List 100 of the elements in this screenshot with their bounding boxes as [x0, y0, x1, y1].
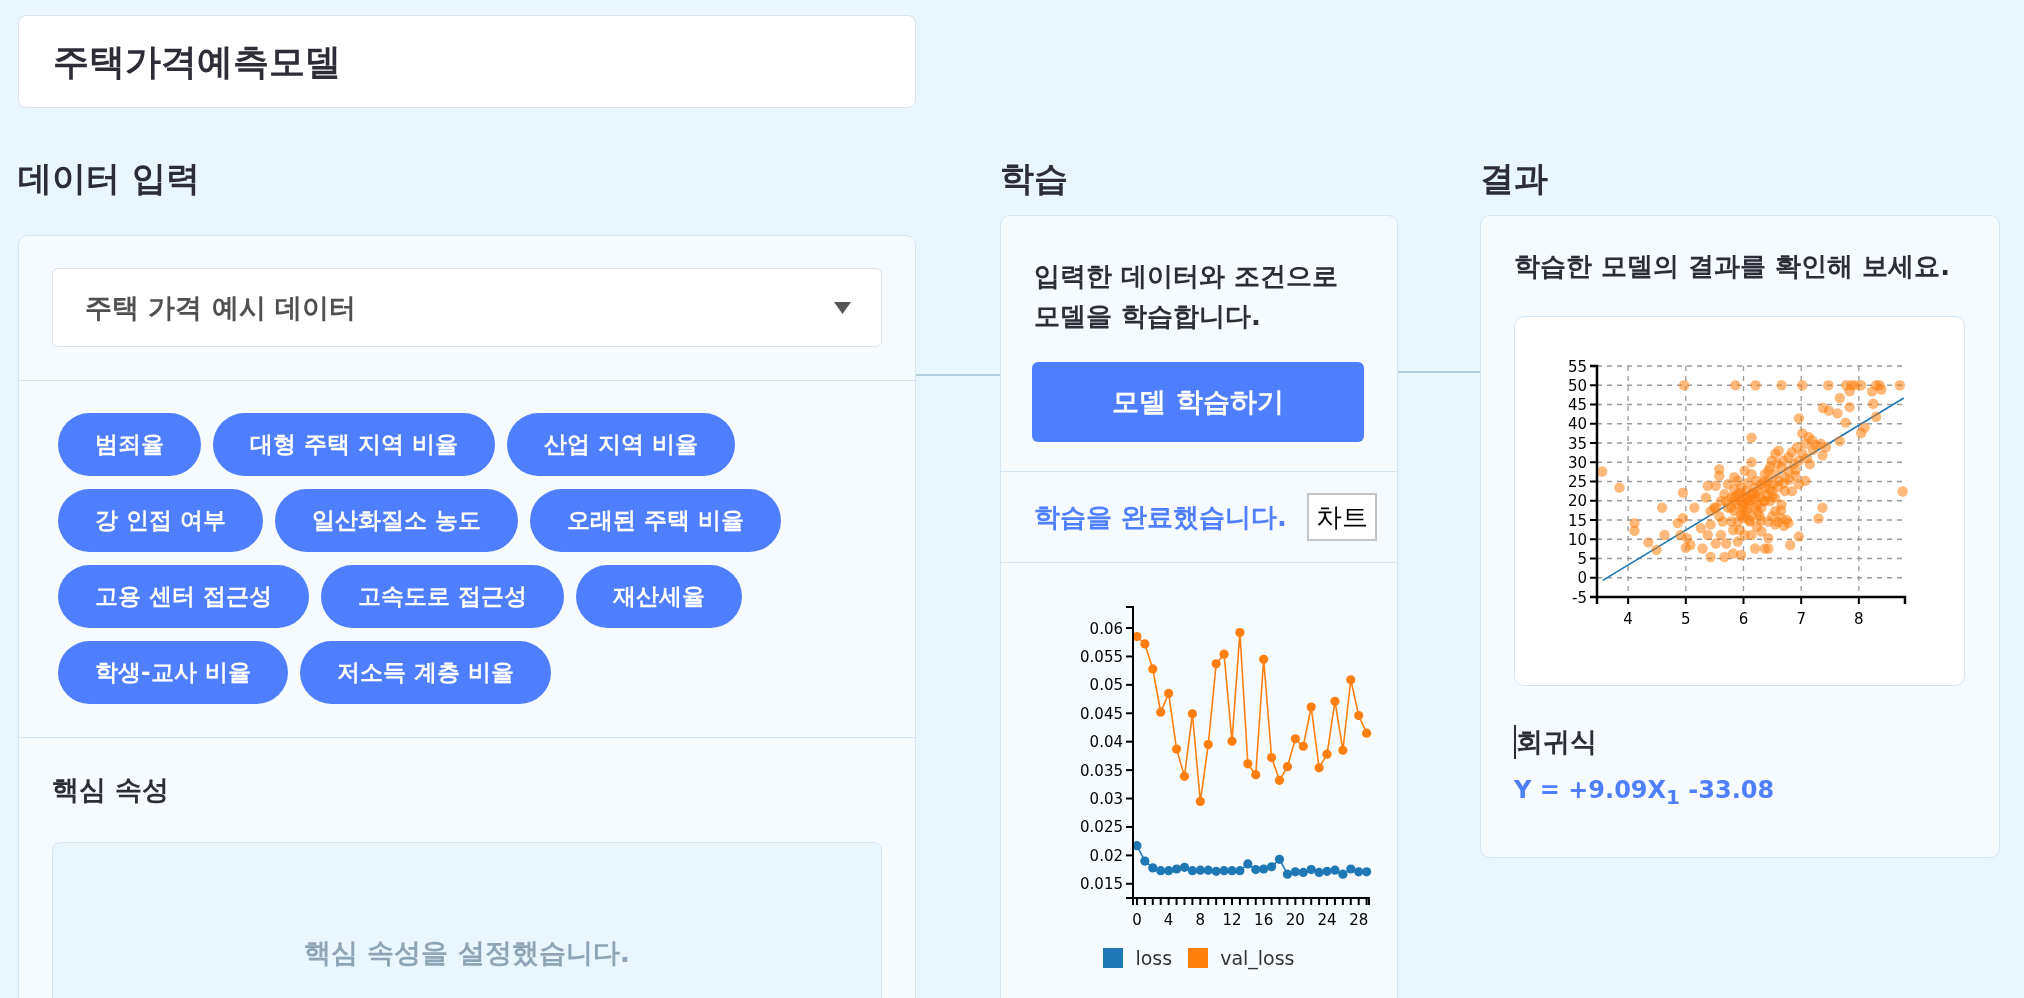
section-heading: 학습 [1000, 158, 1069, 198]
y-tick-label: 15 [1567, 511, 1587, 530]
point [1330, 865, 1340, 875]
point [1274, 854, 1285, 864]
y-tick-label: 0.025 [1080, 818, 1123, 837]
x-tick-label: 28 [1349, 911, 1369, 929]
y-tick-label: 0.035 [1080, 761, 1123, 780]
point [1156, 707, 1166, 717]
point [1251, 864, 1261, 875]
x-tick-label: 20 [1285, 911, 1305, 929]
point [1354, 710, 1364, 721]
point [1298, 741, 1308, 751]
y-tick-label: 0.015 [1080, 875, 1123, 894]
feature-tag[interactable]: 강 인접 여부 [58, 489, 263, 552]
app-title: 주택가격예측모델 [53, 39, 341, 84]
result-description: 학습한 모델의 결과를 확인해 보세요. [1514, 250, 1952, 283]
point [1195, 796, 1205, 806]
point [1259, 864, 1269, 874]
x-tick-label: 8 [1195, 911, 1206, 929]
point [1322, 749, 1332, 759]
feature-tag[interactable]: 학생-교사 비율 [58, 641, 288, 704]
feature-tag[interactable]: 대형 주택 지역 비율 [213, 413, 496, 476]
train-model-button[interactable]: 모델 학습하기 [1032, 362, 1364, 442]
point [1140, 639, 1150, 649]
point [1306, 864, 1316, 875]
feature-tag[interactable]: 산업 지역 비율 [507, 413, 736, 476]
dataset-dropdown[interactable]: 주택 가격 예시 데이터 [52, 268, 882, 347]
y-tick-label: 0.05 [1089, 676, 1123, 695]
point [1211, 866, 1221, 876]
point [1362, 728, 1372, 738]
training-description: 입력한 데이터와 조건으로 모델을 학습합니다. [1033, 260, 1340, 333]
point [1362, 867, 1372, 877]
y-tick-label: 40 [1567, 415, 1587, 434]
feature-tag[interactable]: 범죄율 [58, 413, 201, 476]
x-tick-label: 12 [1222, 911, 1242, 929]
feature-tag[interactable]: 재산세율 [576, 565, 743, 628]
point [1243, 859, 1253, 869]
y-tick-label: 20 [1567, 492, 1587, 511]
y-tick-label: 0.055 [1080, 647, 1123, 666]
point [1179, 771, 1190, 781]
point [1290, 867, 1300, 877]
point [1148, 863, 1158, 873]
training-status: 학습을 완료했습니다. [1034, 500, 1287, 534]
feature-tag[interactable]: 오래된 주택 비율 [530, 489, 782, 552]
point [1156, 866, 1166, 876]
legend-label: loss [1135, 947, 1173, 969]
y-tick-label: 0.03 [1089, 790, 1123, 809]
feature-tag[interactable]: 고속도로 접근성 [321, 565, 565, 628]
equation-label: 회귀식 [1515, 725, 1597, 759]
y-tick-label: 55 [1567, 357, 1587, 376]
point [1235, 627, 1245, 638]
x-tick-label: 4 [1623, 610, 1633, 628]
x-tick-label: 16 [1254, 911, 1274, 929]
point [1171, 864, 1182, 874]
x-tick-label: 5 [1681, 610, 1691, 628]
legend-label: val_loss [1220, 947, 1295, 969]
y-tick-label: 30 [1567, 453, 1587, 472]
section-heading: 데이터 입력 [18, 158, 201, 198]
chart-button[interactable]: 차트 [1307, 493, 1377, 541]
point [1251, 770, 1261, 780]
point [1227, 736, 1237, 746]
point [1187, 709, 1197, 719]
point [1227, 866, 1237, 876]
dropzone-message: 핵심 속성을 설정했습니다. [303, 936, 631, 970]
point [1266, 753, 1277, 763]
point [1346, 675, 1356, 685]
y-tick-label: -5 [1572, 588, 1587, 607]
x-tick-label: 6 [1738, 610, 1749, 628]
section-heading: 결과 [1480, 158, 1549, 198]
x-tick-label: 4 [1163, 911, 1174, 929]
y-tick-label: 25 [1567, 473, 1587, 491]
caret-down-icon [834, 301, 851, 314]
point [1203, 739, 1213, 750]
feature-tag[interactable]: 저소득 계층 비율 [299, 641, 551, 704]
point [1187, 866, 1197, 876]
point [1290, 734, 1300, 744]
y-tick-label: 10 [1567, 530, 1587, 549]
feature-tag[interactable]: 일산화질소 농도 [275, 489, 519, 552]
point [1235, 866, 1245, 876]
point [1322, 866, 1332, 876]
x-tick-label: 8 [1854, 610, 1864, 628]
y-tick-label: 0.04 [1089, 733, 1123, 752]
point [1282, 762, 1293, 772]
feature-tag[interactable]: 고용 센터 접근성 [58, 565, 309, 628]
y-tick-label: 5 [1577, 550, 1587, 568]
point [1298, 867, 1308, 878]
point [1274, 775, 1285, 785]
point [1179, 862, 1190, 872]
point [1338, 869, 1348, 879]
y-tick-label: 50 [1567, 376, 1587, 395]
point [1211, 659, 1221, 669]
point [1203, 865, 1213, 875]
x-tick-label: 7 [1796, 610, 1806, 628]
core-feature-label: 핵심 속성 [52, 774, 171, 806]
point [1306, 702, 1316, 712]
y-tick-label: 0.045 [1080, 704, 1123, 723]
point [1354, 867, 1364, 877]
point [1266, 862, 1277, 872]
point [1219, 649, 1229, 659]
y-tick-label: 0.02 [1089, 846, 1123, 865]
